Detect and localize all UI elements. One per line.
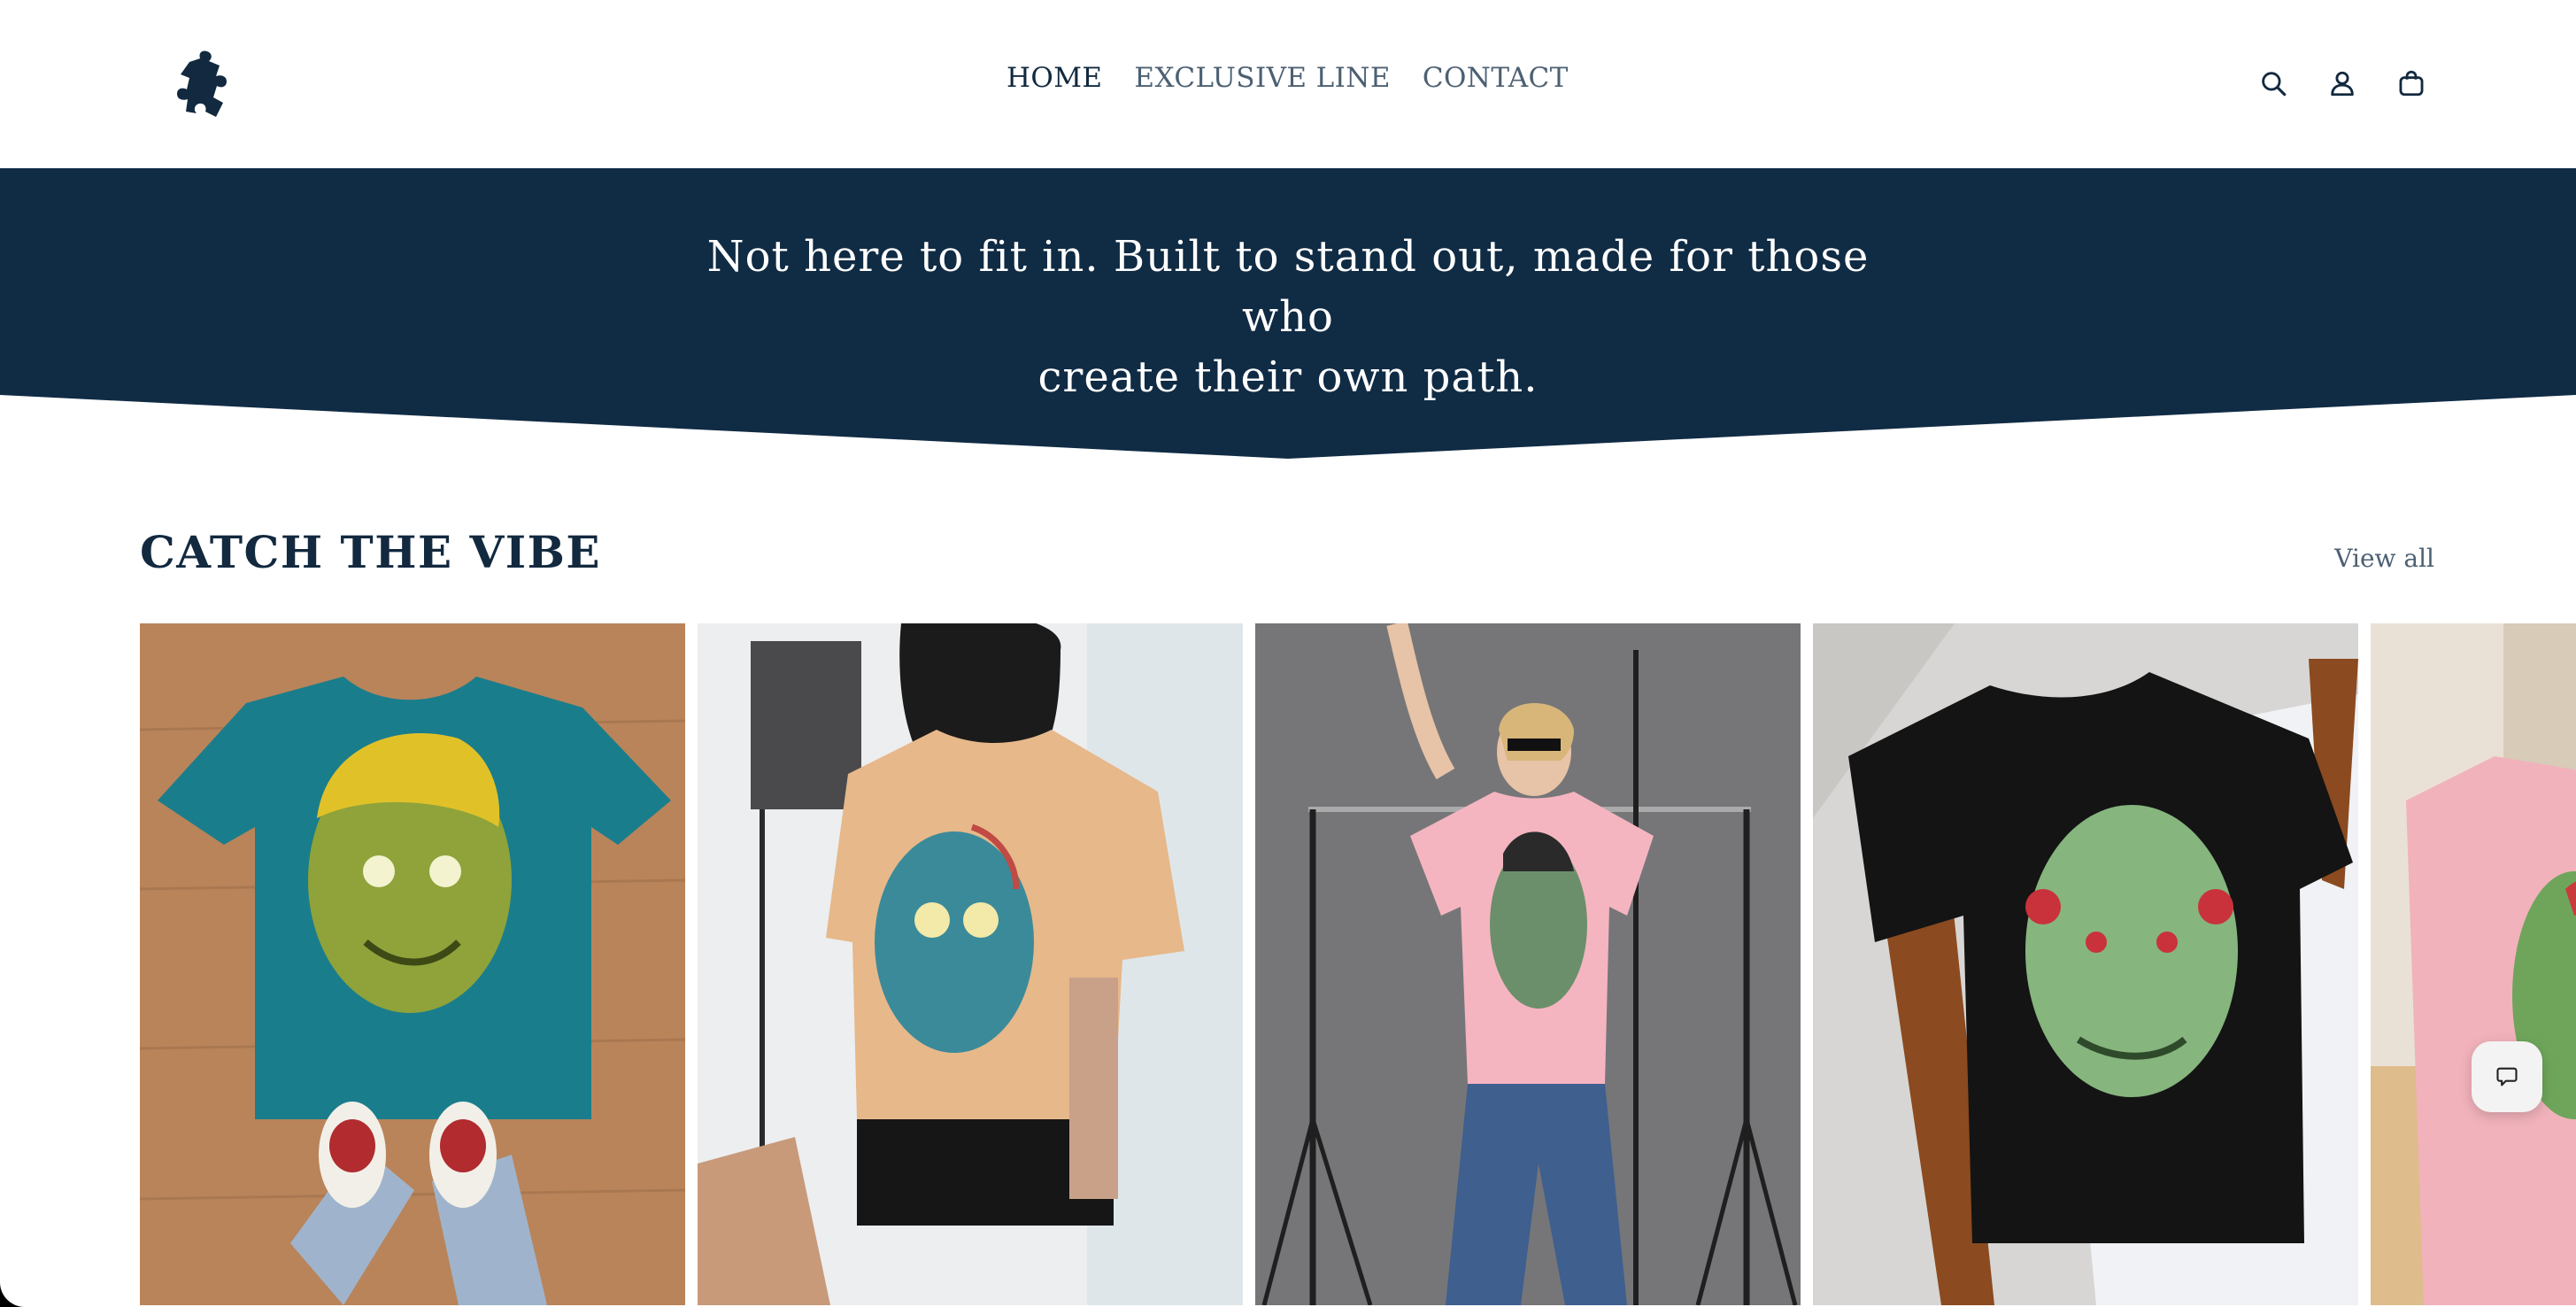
cart-icon[interactable]	[2394, 66, 2429, 101]
site-header: HOME EXCLUSIVE LINE CONTACT	[0, 0, 2576, 168]
product-card[interactable]	[1813, 623, 2358, 1305]
section-title: CATCH THE VIBE	[140, 526, 602, 578]
product-image-pink-shirt	[1255, 623, 1801, 1305]
banner-line-1: Not here to fit in. Built to stand out, …	[706, 232, 1870, 342]
product-image-pink-shirt-2	[2371, 623, 2576, 1305]
nav-item-contact[interactable]: CONTACT	[1423, 62, 1569, 94]
account-icon[interactable]	[2325, 66, 2360, 101]
product-image-black-shirt	[1813, 623, 2358, 1305]
banner-line-2: create their own path.	[1037, 352, 1539, 402]
nav-item-exclusive-line[interactable]: EXCLUSIVE LINE	[1134, 62, 1390, 94]
product-card[interactable]	[698, 623, 1243, 1305]
product-card[interactable]	[2371, 623, 2576, 1305]
puzzle-piece-icon[interactable]	[170, 50, 244, 119]
nav-item-home[interactable]: HOME	[1006, 62, 1102, 94]
header-icons	[2256, 66, 2429, 101]
product-card[interactable]	[140, 623, 685, 1305]
announcement-banner: Not here to fit in. Built to stand out, …	[0, 168, 2576, 460]
page: HOME EXCLUSIVE LINE CONTACT Not here to …	[0, 0, 2576, 1307]
chat-bubble-icon[interactable]	[2472, 1041, 2542, 1112]
product-image-teal-shirt	[140, 623, 685, 1305]
product-image-tan-shirt	[698, 623, 1243, 1305]
banner-message: Not here to fit in. Built to stand out, …	[668, 227, 1908, 407]
product-card[interactable]	[1255, 623, 1801, 1305]
view-all-link[interactable]: View all	[2334, 544, 2434, 573]
search-icon[interactable]	[2256, 66, 2291, 101]
